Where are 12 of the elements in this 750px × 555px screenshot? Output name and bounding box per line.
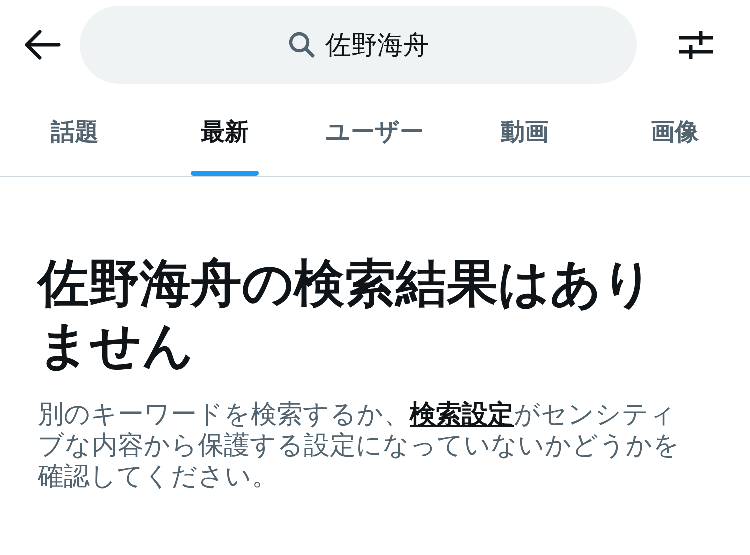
search-settings-link[interactable]: 検索設定 bbox=[410, 399, 514, 429]
sliders-icon bbox=[677, 28, 715, 62]
tab[interactable]: 話題 bbox=[0, 90, 150, 176]
empty-state-title: 佐野海舟の検索結果はありません bbox=[38, 254, 655, 376]
tab[interactable]: ユーザー bbox=[300, 90, 450, 176]
search-icon bbox=[288, 31, 316, 59]
tab[interactable]: 動画 bbox=[450, 90, 600, 176]
tab[interactable]: 最新 bbox=[150, 90, 300, 176]
empty-state-message: 別のキーワードを検索するか、検索設定がセンシティブな内容から保護する設定になっていないかどうかを確認してください。 bbox=[38, 399, 681, 492]
tab[interactable]: 画像 bbox=[600, 90, 750, 176]
back-arrow-icon bbox=[23, 29, 61, 61]
search-field[interactable]: 佐野海舟 bbox=[80, 6, 637, 84]
